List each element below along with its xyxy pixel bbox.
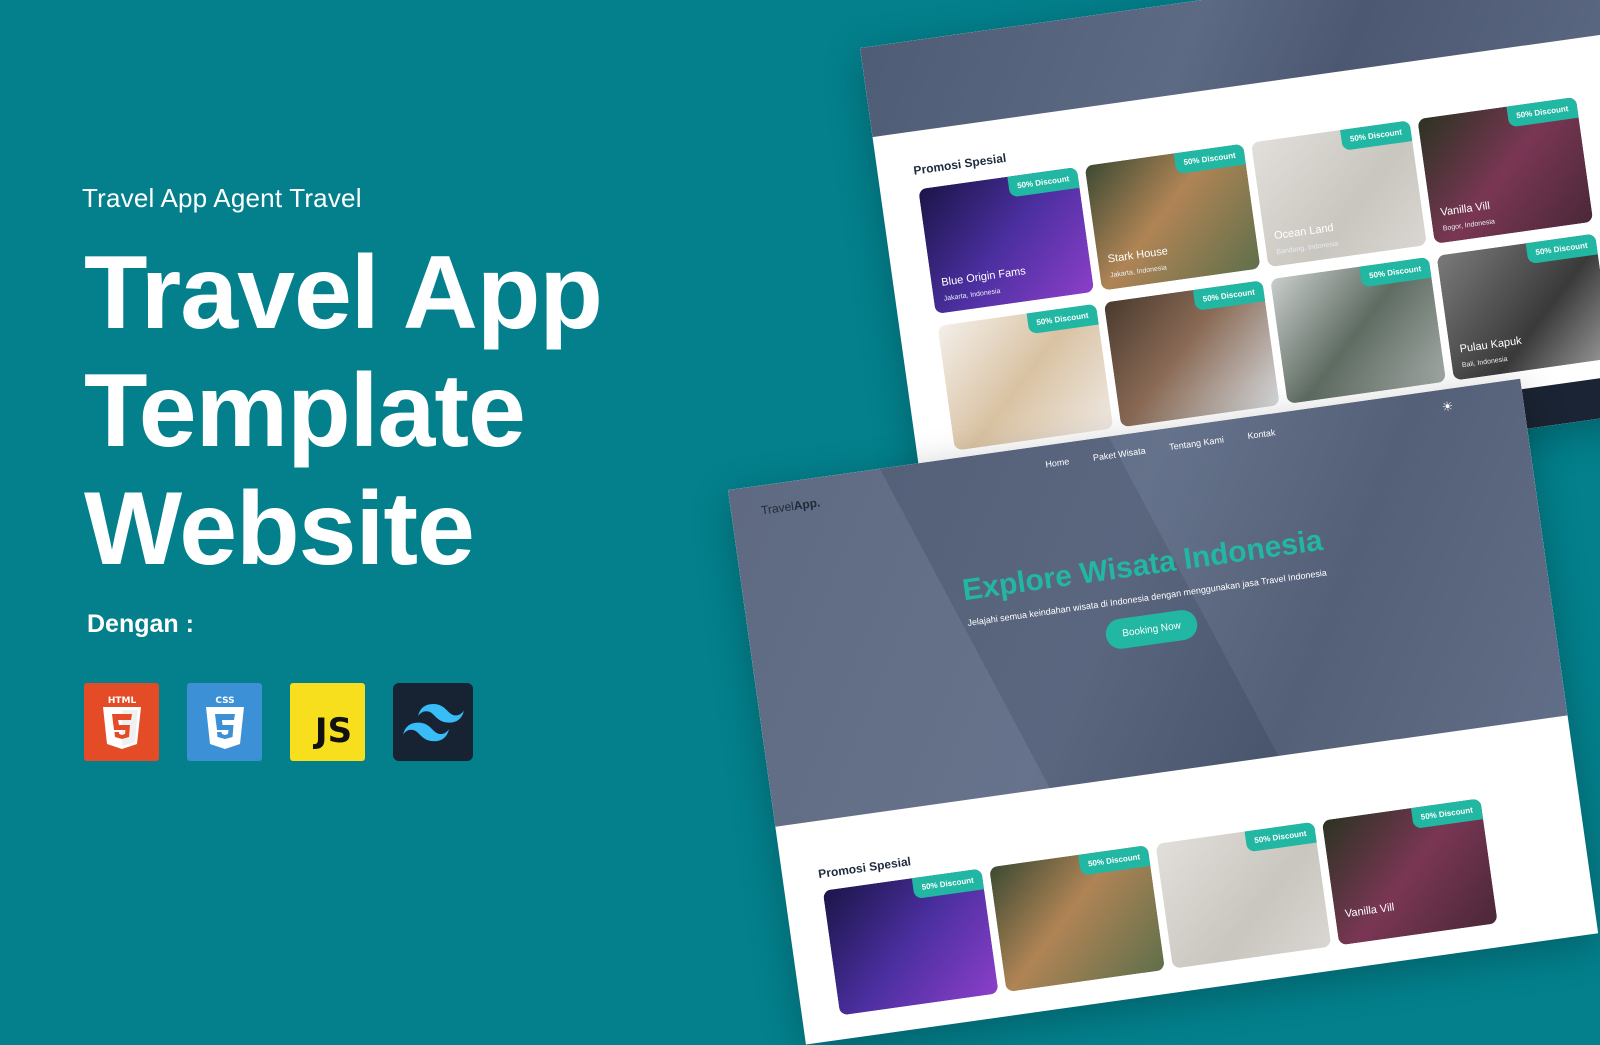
css3-logo: CSS	[187, 683, 262, 761]
javascript-logo-label: JS	[314, 711, 353, 751]
nav-paket-wisata[interactable]: Paket Wisata	[1092, 446, 1146, 463]
promo-card-4[interactable]: 50% Discount Vanilla Vill Bogor, Indones…	[1417, 96, 1594, 244]
brand-logo[interactable]: TravelApp.	[760, 495, 821, 517]
html5-logo-label: HTML	[107, 696, 136, 706]
promo-card-7[interactable]: 50% Discount	[1270, 256, 1447, 404]
headline-line-1: Travel App	[84, 235, 603, 351]
brand-part-1: Travel	[760, 499, 795, 518]
promo-card-1[interactable]: 50% Discount	[822, 868, 999, 1016]
headline-line-2: Template	[84, 353, 526, 469]
css3-logo-label: CSS	[215, 696, 234, 706]
promo-card-3[interactable]: 50% Discount	[1155, 821, 1332, 969]
html5-icon: HTML	[102, 696, 141, 749]
promo-card-2[interactable]: 50% Discount	[989, 845, 1166, 993]
nav-kontak[interactable]: Kontak	[1247, 427, 1276, 441]
promo-card-5[interactable]: 50% Discount	[937, 303, 1114, 451]
theme-toggle-sun-icon[interactable]: ☀	[1441, 398, 1455, 415]
promo-card-4[interactable]: 50% Discount Vanilla Vill	[1321, 798, 1498, 946]
promo-section-title: Promosi Spesial	[817, 854, 912, 882]
tailwind-logo	[393, 683, 473, 761]
promo-card-6[interactable]: 50% Discount	[1103, 280, 1280, 428]
subtitle: Travel App Agent Travel	[82, 183, 362, 213]
css3-icon: CSS	[205, 696, 244, 749]
promo-card-8[interactable]: 50% Discount Pulau Kapuk Bali, Indonesia	[1436, 233, 1600, 381]
promo-card-3[interactable]: 50% Discount Ocean Land Bandung, Indones…	[1250, 120, 1427, 268]
brand-part-2: App.	[792, 495, 822, 513]
tailwind-icon	[403, 704, 464, 742]
promo-section-title: Promosi Spesial	[912, 150, 1008, 178]
headline: Travel App Template Website	[84, 234, 603, 588]
with-label: Dengan :	[87, 610, 194, 638]
html5-logo: HTML	[84, 683, 159, 761]
headline-line-3: Website	[84, 471, 475, 587]
promo-card-1[interactable]: 50% Discount Blue Origin Fams Jakarta, I…	[918, 167, 1095, 315]
website-preview-front: TravelApp. Home Paket Wisata Tentang Kam…	[728, 378, 1599, 1045]
tech-logos: HTML CSS JS	[84, 683, 473, 761]
nav-home[interactable]: Home	[1045, 456, 1070, 469]
javascript-logo: JS	[290, 683, 365, 761]
hero-section: TravelApp. Home Paket Wisata Tentang Kam…	[728, 378, 1568, 827]
booking-now-button[interactable]: Booking Now	[1103, 608, 1200, 651]
nav-tentang-kami[interactable]: Tentang Kami	[1169, 435, 1225, 453]
promo-card-2[interactable]: 50% Discount Stark House Jakarta, Indone…	[1084, 143, 1261, 291]
